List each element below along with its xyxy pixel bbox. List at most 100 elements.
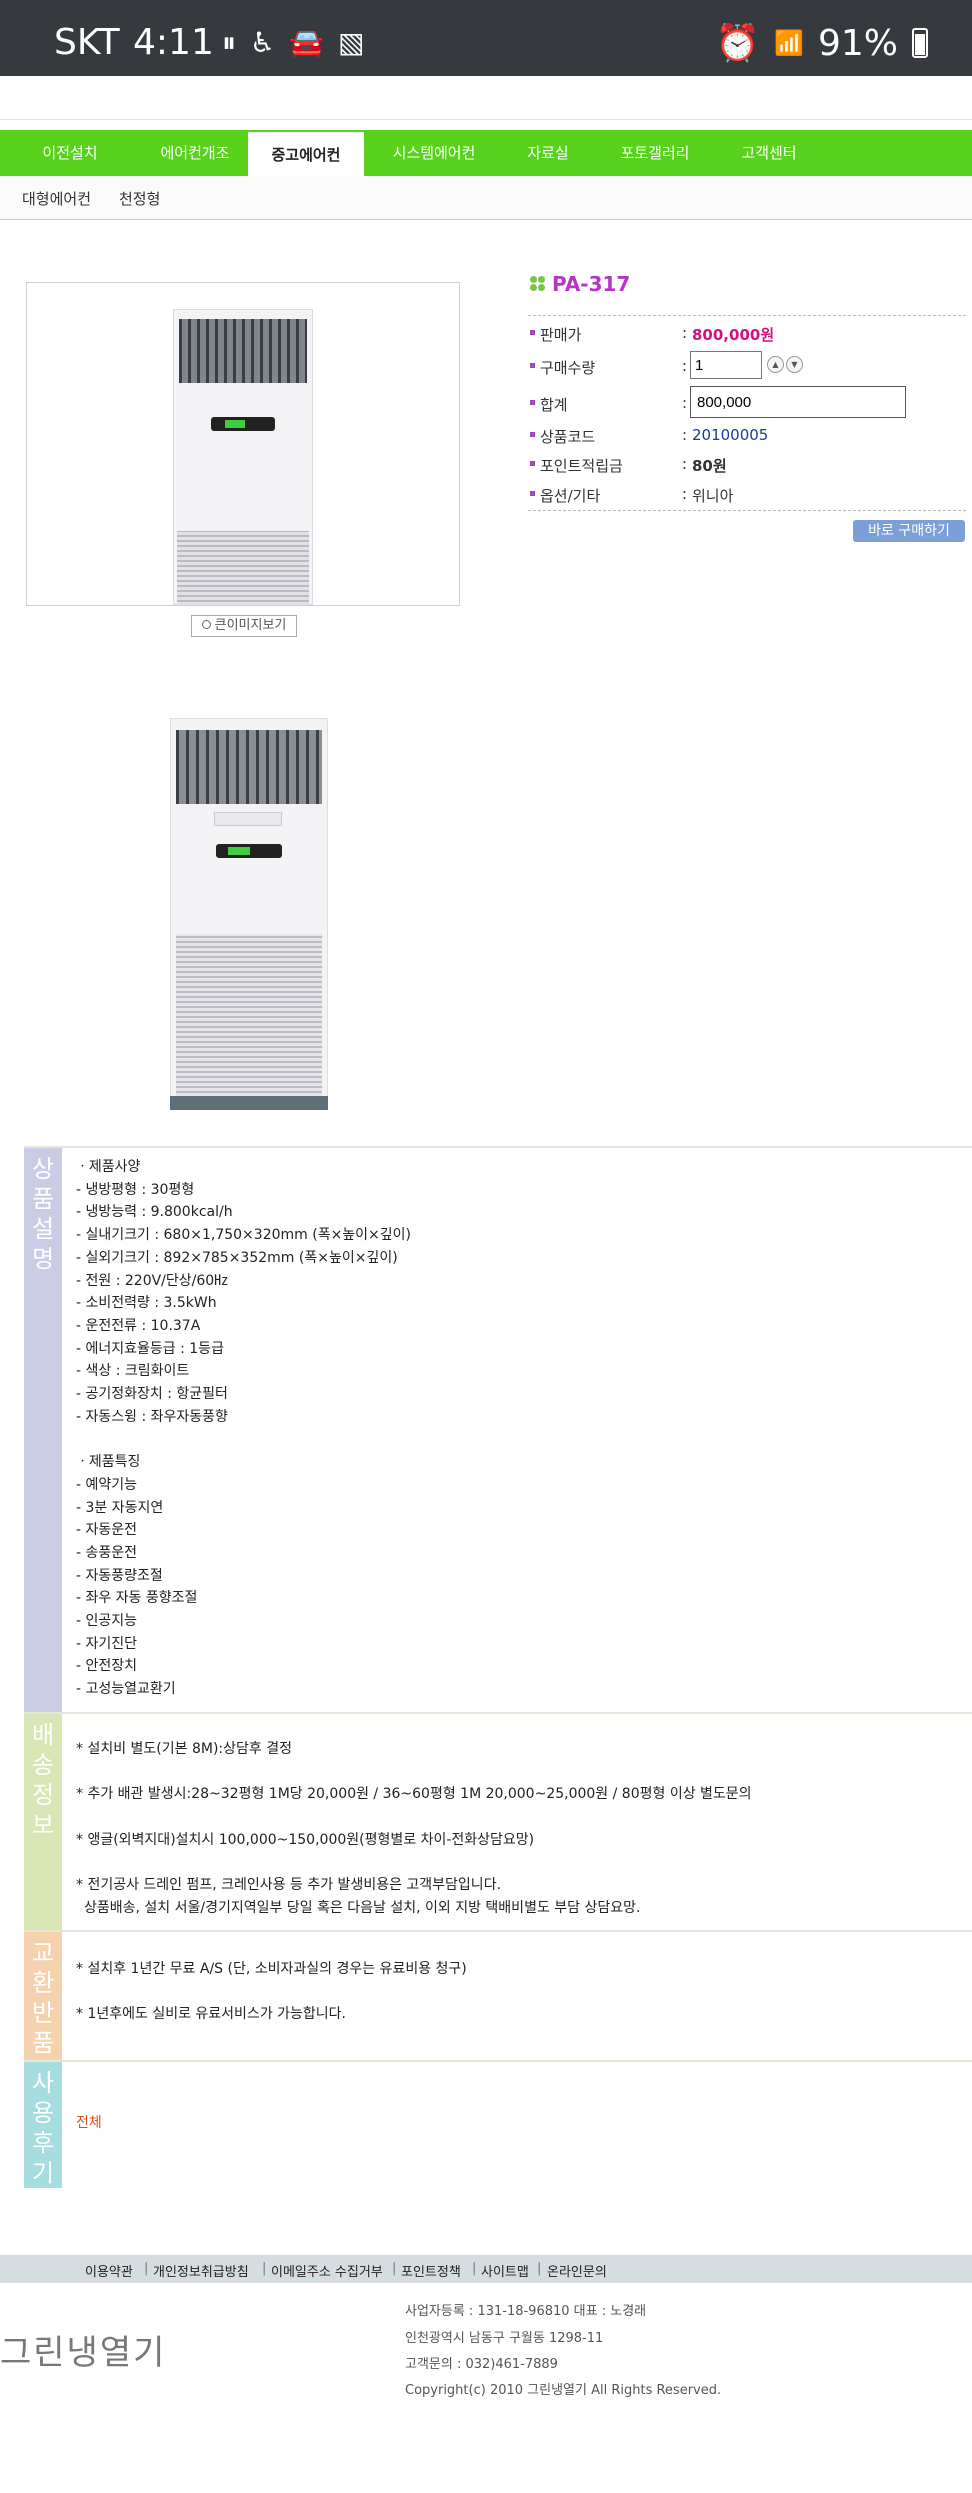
footer-link-privacy[interactable]: 개인정보취급방침: [153, 2261, 249, 2280]
delivery-line: 상품배송, 설치 서울/경기지역일부 당일 혹은 다음날 설치, 이외 지방 택…: [84, 1899, 641, 1916]
delivery-line: * 추가 배관 발생시:28~32평형 1M당 20,000원 / 36~60평…: [76, 1786, 752, 1803]
feature-line: - 3분 자동지연: [76, 1499, 164, 1516]
magnifier-icon: [201, 620, 211, 629]
feature-line: - 송풍운전: [76, 1544, 138, 1561]
quantity-label: 구매수량: [540, 359, 596, 377]
all-reviews-link[interactable]: 전체: [76, 2115, 102, 2131]
separator: |: [392, 2261, 397, 2276]
bullet: [530, 461, 535, 466]
spec-line: - 전원 : 220V/단상/60㎐: [76, 1272, 229, 1289]
side-char: 품: [31, 2029, 55, 2057]
product-description-tab: 상 품 설 명: [24, 1148, 62, 1712]
tab-used-aircon[interactable]: 중고에어컨: [248, 132, 364, 178]
divider: [528, 510, 966, 511]
separator: |: [144, 2261, 149, 2276]
tab-library[interactable]: 자료실: [506, 130, 590, 176]
business-registration: 사업자등록 : 131-18-96810 대표 : 노경래: [405, 2304, 647, 2319]
feature-line: - 안전장치: [76, 1658, 138, 1675]
side-char: 환: [31, 1969, 55, 1997]
reviews-tab: 사 용 후 기: [24, 2062, 62, 2188]
decrease-quantity-button[interactable]: ▼: [786, 356, 803, 373]
status-bar: SKT 4:11 ⏸ ♿ 🚘 ▧ ⏰ 📶 91%: [0, 0, 972, 76]
feature-line: - 고성능열교환기: [76, 1681, 176, 1698]
feature-line: - 자동운전: [76, 1522, 138, 1539]
quantity-input[interactable]: [690, 351, 762, 379]
buy-now-button[interactable]: 바로 구매하기: [853, 520, 965, 542]
battery-icon: [912, 28, 928, 58]
product-image[interactable]: [173, 309, 313, 605]
spec-line: - 에너지효율등급 : 1등급: [76, 1340, 224, 1357]
gallery-icon: ▧: [338, 26, 365, 59]
footer-link-terms[interactable]: 이용약관: [85, 2261, 133, 2280]
pause-icon: ⏸: [222, 26, 237, 59]
exchange-return-text: * 설치후 1년간 무료 A/S (단, 소비자과실의 경우는 유료비용 청구)…: [76, 1958, 467, 2026]
footer-link-inquiry[interactable]: 온라인문의: [547, 2261, 607, 2280]
tab-relocation[interactable]: 이전설치: [0, 130, 140, 176]
colon: :: [682, 426, 688, 444]
product-name: PA-317: [552, 272, 631, 296]
side-char: 설: [31, 1215, 55, 1243]
product-description-section: 상 품 설 명 ㆍ제품사양 - 냉방평형 : 30평형 - 냉방능력 : 9.8…: [24, 1146, 972, 1712]
price-label: 판매가: [540, 326, 582, 344]
side-char: 보: [31, 1811, 55, 1839]
clover-icon: [530, 276, 546, 292]
exchange-return-section: 교 환 반 품 * 설치후 1년간 무료 A/S (단, 소비자과실의 경우는 …: [24, 1930, 972, 2060]
zoom-image-button[interactable]: 큰이미지보기: [191, 615, 297, 637]
separator: |: [262, 2261, 267, 2276]
total-field[interactable]: [690, 386, 906, 418]
side-char: 사: [31, 2069, 55, 2097]
bullet: [530, 330, 535, 335]
colon: :: [682, 394, 688, 412]
increase-quantity-button[interactable]: ▲: [767, 356, 784, 373]
footer-link-sitemap[interactable]: 사이트맵: [481, 2261, 529, 2280]
spec-line: - 색상 : 크림화이트: [76, 1363, 190, 1380]
colon: :: [682, 357, 688, 375]
accessibility-icon: ♿: [250, 26, 276, 59]
side-char: 용: [31, 2099, 55, 2127]
product-description-text: ㆍ제품사양 - 냉방평형 : 30평형 - 냉방능력 : 9.800kcal/h…: [76, 1156, 411, 1701]
feature-line: - 자동풍량조절: [76, 1567, 163, 1584]
subtab-ceiling[interactable]: 천정형: [119, 188, 160, 209]
product-title: PA-317: [530, 272, 630, 296]
tab-aircon-remodel[interactable]: 에어컨개조: [140, 130, 250, 176]
exchange-line: * 설치후 1년간 무료 A/S (단, 소비자과실의 경우는 유료비용 청구): [76, 1961, 467, 1977]
exchange-line: * 1년후에도 실비로 유료서비스가 가능합니다.: [76, 2006, 346, 2023]
colon: :: [682, 324, 688, 342]
tab-customer-center[interactable]: 고객센터: [724, 130, 814, 176]
battery-level: 91%: [817, 22, 898, 64]
bullet: [530, 491, 535, 496]
spec-line: - 실외기크기 : 892×785×352mm (폭×높이×깊이): [76, 1249, 398, 1266]
bullet: [530, 363, 535, 368]
colon: :: [682, 485, 688, 503]
feature-line: - 자기진단: [76, 1635, 138, 1652]
company-address: 인천광역시 남동구 구월동 1298-11: [405, 2331, 604, 2346]
sub-nav: 대형에어컨 천정형: [0, 176, 972, 220]
delivery-line: * 앵글(외벽지대)설치시 100,000~150,000원(평형별로 차이-전…: [76, 1831, 535, 1848]
separator: |: [537, 2261, 542, 2276]
price-value: 800,000원: [692, 326, 775, 344]
footer-link-point-policy[interactable]: 포인트정책: [401, 2261, 461, 2280]
footer-link-email-refusal[interactable]: 이메일주소 수집거부: [271, 2261, 383, 2280]
side-char: 품: [31, 1185, 55, 1213]
reviews-section: 사 용 후 기 전체: [24, 2060, 972, 2188]
bullet: [530, 432, 535, 437]
feature-heading: ㆍ제품특징: [76, 1454, 141, 1471]
delivery-line: * 전기공사 드레인 펌프, 크레인사용 등 추가 발생비용은 고객부담입니다.: [76, 1877, 502, 1894]
tab-system-aircon[interactable]: 시스템에어컨: [372, 130, 496, 176]
total-label: 합계: [540, 396, 568, 414]
side-char: 교: [31, 1939, 55, 1967]
side-char: 배: [31, 1721, 55, 1749]
delivery-line: * 설치비 별도(기본 8M):상담후 결정: [76, 1741, 292, 1757]
spec-line: - 자동스윙 : 좌우자동풍향: [76, 1408, 228, 1425]
spec-line: - 공기정화장치 : 항균필터: [76, 1386, 228, 1403]
subtab-large-aircon[interactable]: 대형에어컨: [22, 188, 91, 209]
points-label: 포인트적립금: [540, 457, 623, 475]
product-code-label: 상품코드: [540, 428, 596, 446]
main-nav: 이전설치 에어컨개조 중고에어컨 시스템에어컨 자료실 포토갤러리 고객센터: [0, 130, 972, 178]
footer-logo: 그린냉열기: [0, 2333, 167, 2373]
product-detail-image: [170, 718, 328, 1114]
feature-line: - 좌우 자동 풍향조절: [76, 1590, 198, 1607]
tab-photo-gallery[interactable]: 포토갤러리: [604, 130, 706, 176]
delivery-info-section: 배 송 정 보 * 설치비 별도(기본 8M):상담후 결정 * 추가 배관 발…: [24, 1712, 972, 1930]
spec-line: - 운전전류 : 10.37A: [76, 1317, 201, 1334]
